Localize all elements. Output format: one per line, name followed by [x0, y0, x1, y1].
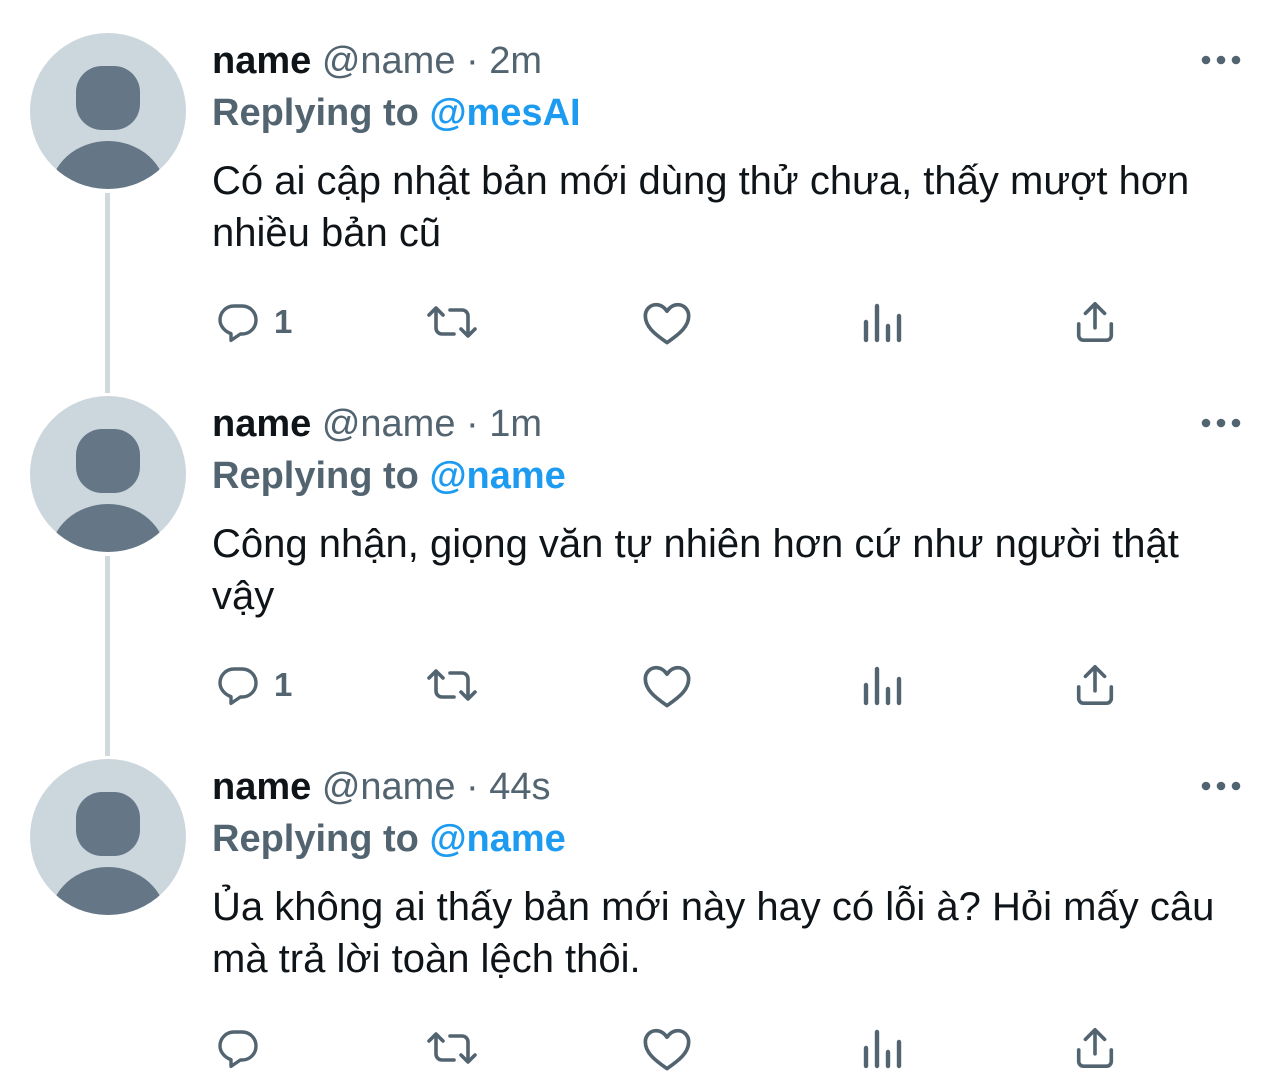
share-button[interactable] [1072, 655, 1118, 715]
retweet-button[interactable] [424, 292, 480, 352]
heart-icon [641, 298, 693, 346]
tweet-text: Có ai cập nhật bản mới dùng thử chưa, th… [212, 159, 1190, 255]
user-handle[interactable]: @name [322, 766, 456, 808]
reply-bubble-icon [214, 661, 262, 709]
replying-to: Replying to @name [212, 816, 566, 862]
replying-to: Replying to @name [212, 453, 566, 499]
display-name[interactable]: name [212, 40, 311, 82]
tweet-header: name @name · 1m [212, 401, 542, 447]
user-handle[interactable]: @name [322, 40, 456, 82]
tweet-timestamp[interactable]: 2m [489, 40, 542, 82]
replying-to: Replying to @mesAI [212, 90, 581, 136]
display-name[interactable]: name [212, 403, 311, 445]
more-horizontal-icon [1201, 778, 1241, 796]
analytics-icon [860, 661, 904, 709]
avatar[interactable] [30, 33, 186, 189]
views-button[interactable] [860, 292, 904, 352]
retweet-button[interactable] [424, 1018, 480, 1078]
reply-count: 1 [274, 303, 293, 340]
heart-icon [641, 1024, 693, 1072]
retweet-icon [424, 661, 480, 709]
tweet-text: Công nhận, giọng văn tự nhiên hơn cứ như… [212, 522, 1179, 618]
tweet-actions: 1 [0, 655, 1284, 715]
reply-button[interactable]: 1 [214, 655, 292, 715]
replying-to-handle[interactable]: @name [429, 818, 565, 860]
reply-bubble-icon [214, 298, 262, 346]
like-button[interactable] [641, 1018, 693, 1078]
tweet-header: name @name · 44s [212, 764, 551, 810]
like-button[interactable] [641, 655, 693, 715]
heart-icon [641, 661, 693, 709]
share-button[interactable] [1072, 1018, 1118, 1078]
share-button[interactable] [1072, 292, 1118, 352]
reply-bubble-icon [214, 1024, 262, 1072]
analytics-icon [860, 1024, 904, 1072]
retweet-button[interactable] [424, 655, 480, 715]
share-icon [1072, 661, 1118, 709]
tweet-text: Ủa không ai thấy bản mới này hay có lỗi … [212, 885, 1215, 981]
user-handle[interactable]: @name [322, 403, 456, 445]
replying-to-label: Replying to [212, 818, 419, 860]
retweet-icon [424, 1024, 480, 1072]
tweet[interactable]: name @name · 2m Replying to @mesAI Có ai… [0, 0, 1284, 363]
share-icon [1072, 1024, 1118, 1072]
separator-dot: · [466, 403, 479, 445]
views-button[interactable] [860, 1018, 904, 1078]
tweet-timestamp[interactable]: 44s [489, 766, 550, 808]
tweet-header: name @name · 2m [212, 38, 542, 84]
tweet-actions: 1 [0, 292, 1284, 352]
replying-to-handle[interactable]: @mesAI [429, 92, 580, 134]
more-horizontal-icon [1201, 52, 1241, 70]
separator-dot: · [466, 40, 479, 82]
reply-button[interactable]: 1 [214, 292, 292, 352]
analytics-icon [860, 298, 904, 346]
more-horizontal-icon [1201, 415, 1241, 433]
tweet-timestamp[interactable]: 1m [489, 403, 542, 445]
share-icon [1072, 298, 1118, 346]
tweet-actions [0, 1018, 1284, 1078]
reply-button[interactable] [214, 1018, 274, 1078]
more-options-button[interactable] [1196, 770, 1246, 804]
views-button[interactable] [860, 655, 904, 715]
avatar[interactable] [30, 759, 186, 915]
separator-dot: · [466, 766, 479, 808]
reply-count: 1 [274, 666, 293, 703]
tweet[interactable]: name @name · 44s Replying to @name Ủa kh… [0, 726, 1284, 1078]
more-options-button[interactable] [1196, 407, 1246, 441]
replying-to-label: Replying to [212, 455, 419, 497]
replying-to-label: Replying to [212, 92, 419, 134]
like-button[interactable] [641, 292, 693, 352]
replying-to-handle[interactable]: @name [429, 455, 565, 497]
display-name[interactable]: name [212, 766, 311, 808]
more-options-button[interactable] [1196, 44, 1246, 78]
avatar[interactable] [30, 396, 186, 552]
tweet[interactable]: name @name · 1m Replying to @name Công n… [0, 363, 1284, 726]
retweet-icon [424, 298, 480, 346]
